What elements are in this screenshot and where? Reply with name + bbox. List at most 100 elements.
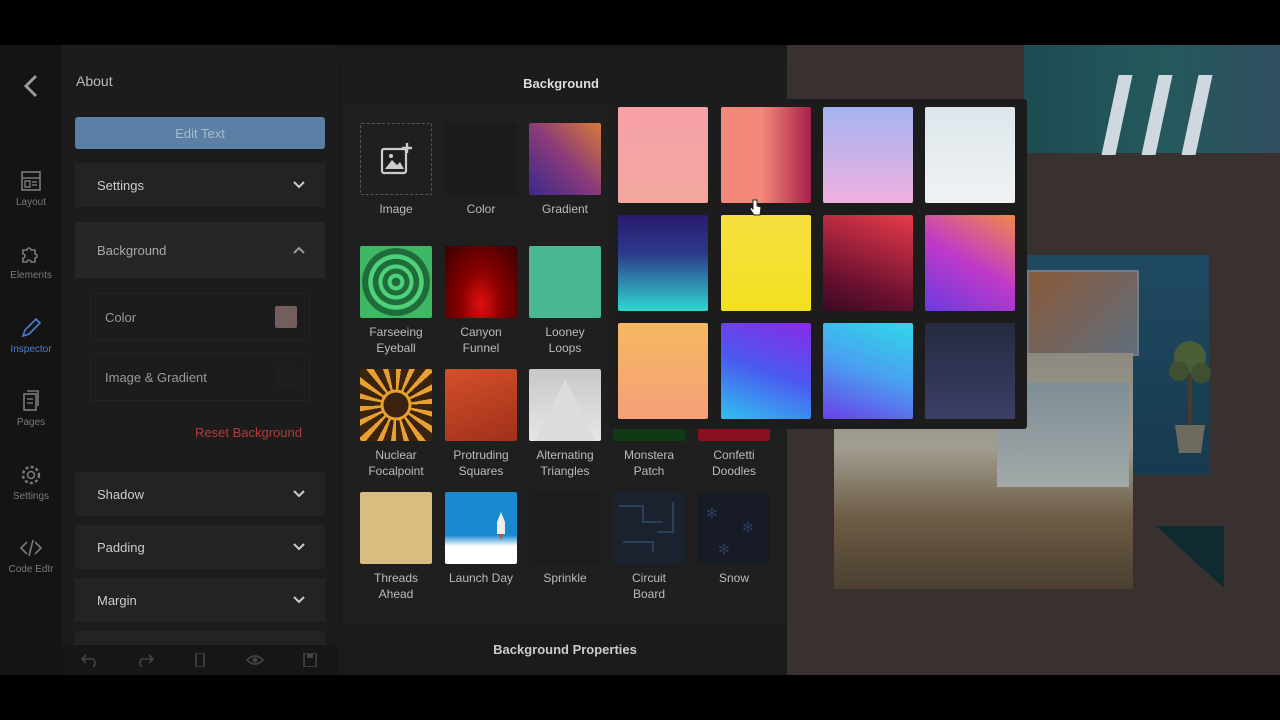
padding-section[interactable]: Padding <box>75 525 325 569</box>
background-color-row[interactable]: Color <box>90 293 310 341</box>
image-gradient-row[interactable]: Image & Gradient <box>90 353 310 401</box>
rail-label: Pages <box>16 417 46 428</box>
tile-label-line1: Sprinkle <box>543 571 587 585</box>
tile-label-line2: Patch <box>633 464 665 478</box>
gradient-swatch[interactable] <box>721 215 811 311</box>
shadow-section[interactable]: Shadow <box>75 472 325 516</box>
save-icon[interactable] <box>301 652 319 668</box>
gradient-swatch[interactable] <box>618 107 708 203</box>
tile-label-line2: Squares <box>458 464 504 478</box>
tile-label-line1: Canyon <box>460 325 502 339</box>
tile-label-line2: Triangles <box>540 464 590 478</box>
rail-item-elements[interactable]: Elements <box>0 242 62 281</box>
rail-label: Code Edtr <box>8 564 54 575</box>
gradient-swatch[interactable] <box>721 323 811 419</box>
tile-label: Monstera Patch <box>613 447 685 479</box>
svg-text:✻: ✻ <box>718 541 730 557</box>
rail-label: Inspector <box>10 344 52 355</box>
pattern-thumb <box>529 492 601 564</box>
tile-label-line2: Ahead <box>378 587 414 601</box>
bg-option-farseeing-eyeball[interactable]: Farseeing Eyeball <box>360 246 434 356</box>
mobile-preview-icon[interactable] <box>191 652 209 668</box>
panel-title: About <box>76 73 113 89</box>
rail-item-settings[interactable]: Settings <box>0 463 62 502</box>
bg-option-protruding-squares[interactable]: Protruding Squares <box>445 369 519 479</box>
settings-section[interactable]: Settings <box>75 163 325 207</box>
back-button[interactable] <box>18 73 44 99</box>
tile-label: Confetti Doodles <box>698 447 770 479</box>
gradient-swatch[interactable] <box>925 107 1015 203</box>
tile-label: Snow <box>698 570 770 586</box>
pattern-thumb <box>360 246 432 318</box>
rail-item-inspector[interactable]: Inspector <box>0 316 62 355</box>
bg-option-threads-ahead[interactable]: Threads Ahead <box>360 492 434 602</box>
bg-option-color[interactable]: Color <box>445 123 519 217</box>
rail-label: Settings <box>12 491 50 502</box>
background-properties-button[interactable]: Background Properties <box>343 623 787 675</box>
chevron-left-icon <box>23 74 38 98</box>
drawer-title: Background <box>523 76 599 91</box>
redo-icon[interactable] <box>136 653 154 668</box>
tile-label-line1: Alternating <box>536 448 594 462</box>
gradient-picker-popover <box>609 99 1027 429</box>
color-thumb <box>445 123 517 195</box>
tile-label-line1: Launch Day <box>448 571 514 585</box>
pen-icon <box>21 317 42 338</box>
tile-label-line1: Snow <box>718 571 750 585</box>
edit-text-button[interactable]: Edit Text <box>75 117 325 149</box>
margin-section[interactable]: Margin <box>75 578 325 622</box>
tile-label: Image <box>360 201 432 217</box>
bg-option-nuclear-focalpoint[interactable]: Nuclear Focalpoint <box>360 369 434 479</box>
image-gradient-label: Image & Gradient <box>105 369 207 385</box>
tile-label-line2: Board <box>632 587 666 601</box>
tile-label: Gradient <box>529 201 601 217</box>
gradient-swatch[interactable] <box>925 215 1015 311</box>
color-swatch[interactable] <box>275 306 297 328</box>
bg-option-snow[interactable]: ✻ ✻ ✻ Snow <box>698 492 772 586</box>
bg-option-gradient[interactable]: Gradient <box>529 123 603 217</box>
tile-label: Canyon Funnel <box>445 324 517 356</box>
bg-option-image[interactable]: Image <box>360 123 434 217</box>
tile-label: Looney Loops <box>529 324 601 356</box>
bg-option-circuit-board[interactable]: Circuit Board <box>613 492 687 602</box>
gradient-swatch[interactable] <box>823 107 913 203</box>
undo-icon[interactable] <box>80 653 99 668</box>
tile-label-line1: Color <box>466 202 496 216</box>
house-painting <box>1027 270 1139 356</box>
gradient-swatch[interactable] <box>823 215 913 311</box>
eye-icon[interactable] <box>246 653 265 667</box>
bg-option-looney-loops[interactable]: Looney Loops <box>529 246 603 356</box>
reset-background-link[interactable]: Reset Background <box>195 425 302 440</box>
pattern-thumb: ✻ ✻ ✻ <box>698 492 770 564</box>
tile-label: Farseeing Eyeball <box>360 324 432 356</box>
section-label: Settings <box>97 177 144 193</box>
gradient-swatch[interactable] <box>618 215 708 311</box>
image-gradient-swatch[interactable] <box>275 366 297 388</box>
pattern-thumb <box>360 369 432 441</box>
bg-option-sprinkle[interactable]: Sprinkle <box>529 492 603 586</box>
puzzle-icon <box>22 247 38 263</box>
gradient-swatch[interactable] <box>925 323 1015 419</box>
gradient-swatch[interactable] <box>618 323 708 419</box>
gradient-swatch[interactable] <box>721 107 811 203</box>
chevron-up-icon <box>293 246 305 254</box>
add-image-icon <box>360 123 432 195</box>
background-section[interactable]: Background <box>75 222 325 278</box>
rail-item-layout[interactable]: Layout <box>0 169 62 208</box>
gradient-swatch[interactable] <box>823 323 913 419</box>
next-section[interactable] <box>75 631 325 645</box>
tile-label-line1: Protruding <box>453 448 509 462</box>
bg-option-canyon-funnel[interactable]: Canyon Funnel <box>445 246 519 356</box>
bg-option-launch-day[interactable]: Launch Day <box>445 492 519 586</box>
rail-item-pages[interactable]: Pages <box>0 389 62 428</box>
color-label: Color <box>105 309 137 325</box>
inspector-panel: About Edit Text Settings Background Colo… <box>62 45 338 675</box>
tile-label-line1: Monstera <box>623 448 675 462</box>
tile-label-line2: Loops <box>548 341 582 355</box>
pattern-thumb <box>529 369 601 441</box>
tile-label: Launch Day <box>445 570 517 586</box>
photo-detail <box>1141 75 1173 155</box>
rail-item-code-editor[interactable]: Code Edtr <box>0 536 62 575</box>
tile-label-line1: Nuclear <box>375 448 417 462</box>
bg-option-alternating-triangles[interactable]: Alternating Triangles <box>529 369 603 479</box>
